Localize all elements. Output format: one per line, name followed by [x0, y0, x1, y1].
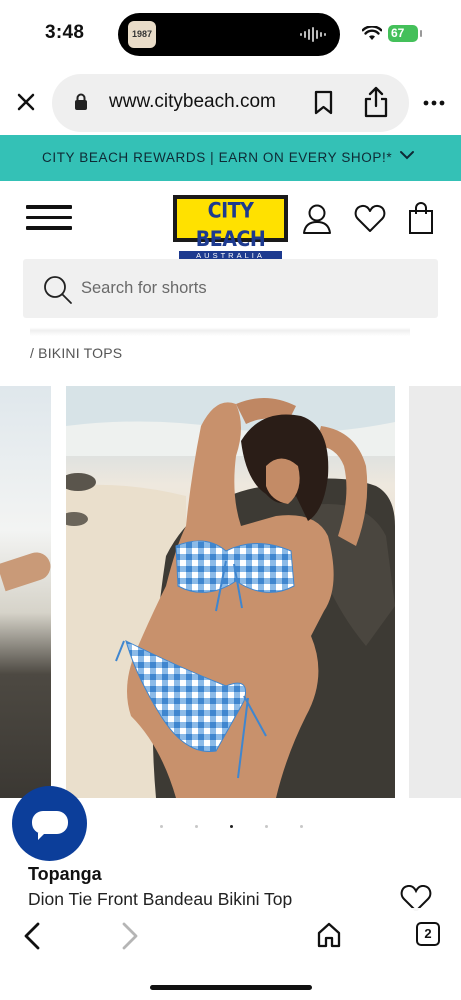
- previous-product-image[interactable]: [0, 386, 55, 798]
- wifi-icon: [362, 26, 382, 40]
- menu-icon[interactable]: [26, 205, 72, 231]
- bookmark-icon[interactable]: [314, 90, 333, 115]
- rewards-banner-text: CITY BEACH REWARDS | EARN ON EVERY SHOP!…: [42, 150, 393, 165]
- search-box[interactable]: [23, 259, 438, 318]
- more-icon[interactable]: [423, 100, 445, 106]
- tabs-icon[interactable]: 2: [416, 922, 440, 946]
- forward-icon[interactable]: [120, 922, 140, 950]
- logo-wordmark: CITY BEACH: [195, 198, 266, 252]
- city-beach-logo[interactable]: CITY BEACH AUSTRALIA: [173, 195, 288, 261]
- carousel-dot[interactable]: [160, 825, 163, 828]
- chat-icon: [32, 811, 68, 840]
- audio-waveform-icon: [300, 27, 326, 42]
- product-photo: [66, 386, 395, 798]
- back-icon[interactable]: [22, 922, 42, 950]
- status-time: 3:48: [45, 22, 85, 43]
- close-icon[interactable]: [14, 90, 38, 114]
- status-bar: 3:48 1987 67: [0, 0, 461, 68]
- product-title[interactable]: Dion Tie Front Bandeau Bikini Top: [28, 889, 292, 910]
- dynamic-island[interactable]: 1987: [118, 13, 340, 56]
- chat-button[interactable]: [12, 786, 87, 861]
- carousel-dot[interactable]: [230, 825, 233, 828]
- share-icon[interactable]: [363, 86, 389, 118]
- battery-indicator: 67: [388, 25, 422, 42]
- lock-icon: [75, 93, 87, 110]
- home-indicator: [150, 985, 312, 990]
- chevron-down-icon: [400, 151, 414, 160]
- now-playing-thumbnail: 1987: [128, 21, 156, 48]
- carousel-dot[interactable]: [195, 825, 198, 828]
- breadcrumb-scrolled-row: [30, 322, 410, 336]
- address-field[interactable]: www.citybeach.com: [52, 74, 409, 132]
- breadcrumb[interactable]: / BIKINI TOPS: [30, 345, 122, 361]
- site-header: CITY BEACH AUSTRALIA: [0, 181, 461, 261]
- carousel-dot[interactable]: [300, 825, 303, 828]
- search-input[interactable]: [81, 259, 421, 318]
- product-brand[interactable]: Topanga: [28, 864, 102, 885]
- next-product-image[interactable]: [409, 386, 461, 798]
- rewards-banner[interactable]: CITY BEACH REWARDS | EARN ON EVERY SHOP!…: [0, 135, 461, 181]
- browser-url-bar: www.citybeach.com: [0, 68, 461, 135]
- product-image-carousel[interactable]: [0, 386, 461, 800]
- product-image[interactable]: [66, 386, 395, 798]
- carousel-dot[interactable]: [265, 825, 268, 828]
- home-icon[interactable]: [316, 922, 342, 948]
- url-text: www.citybeach.com: [109, 91, 276, 112]
- wishlist-icon[interactable]: [354, 203, 386, 233]
- carousel-pagination: [150, 825, 310, 831]
- account-icon[interactable]: [302, 203, 332, 235]
- bag-icon[interactable]: [408, 201, 434, 235]
- browser-toolbar: 2: [0, 908, 461, 1000]
- search-icon[interactable]: [43, 275, 73, 305]
